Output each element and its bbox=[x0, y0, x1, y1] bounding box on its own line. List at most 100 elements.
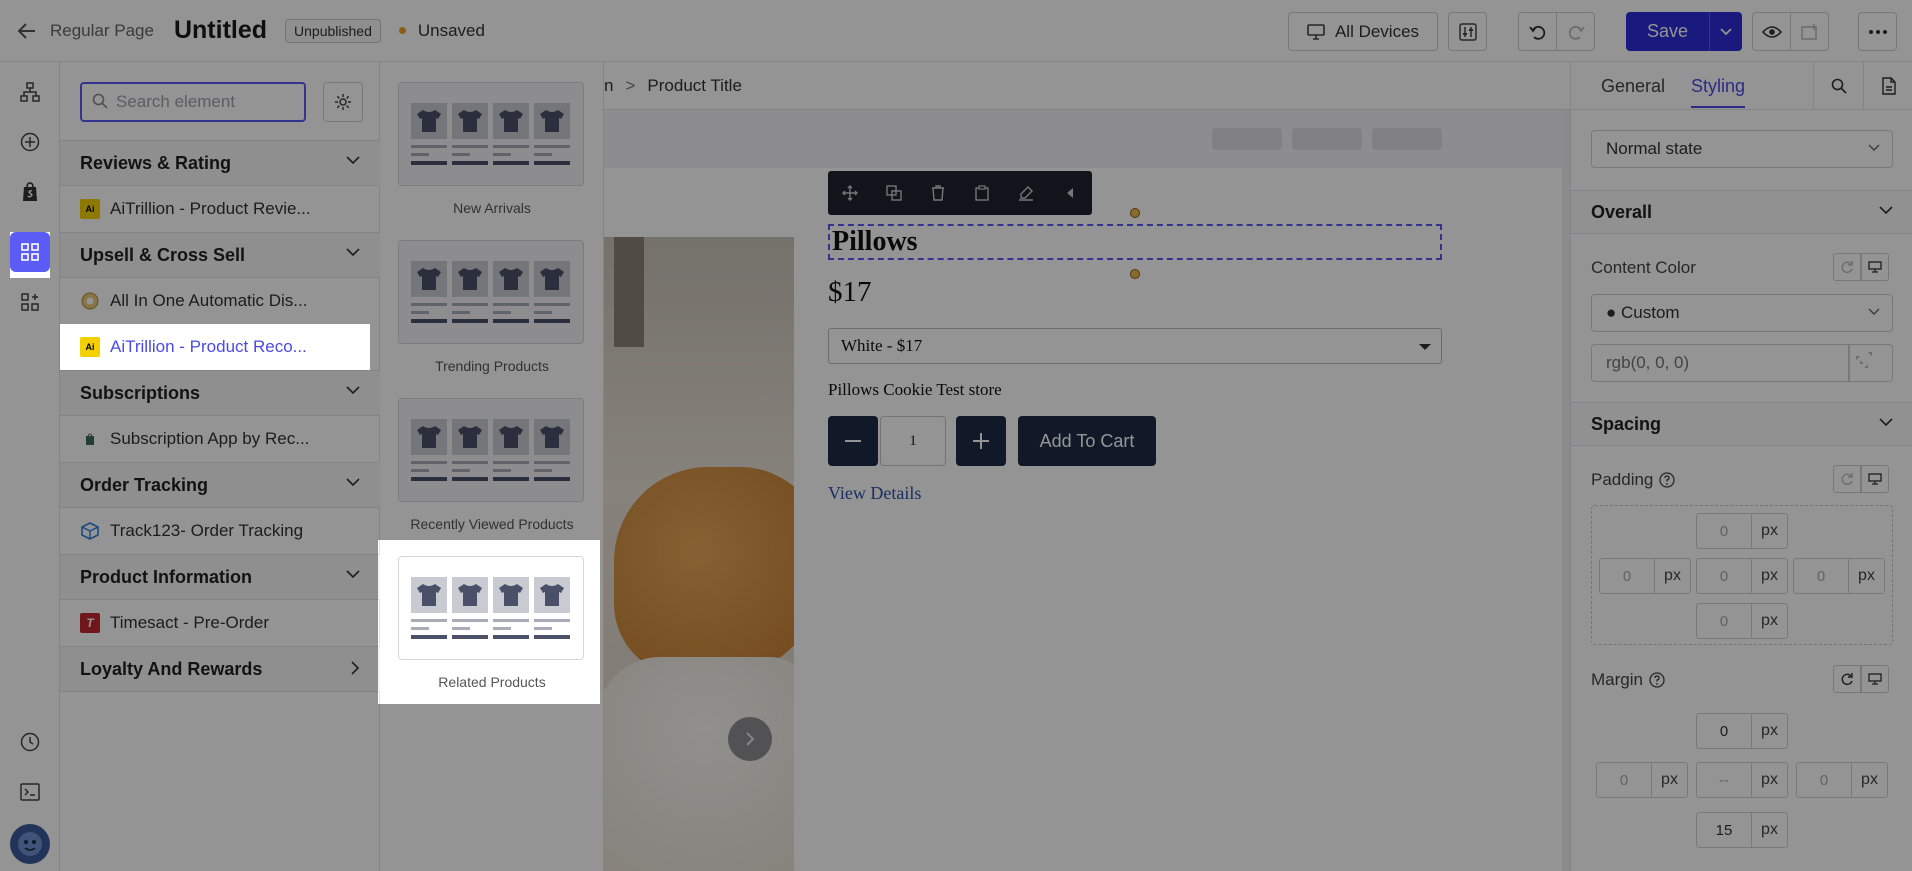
view-details-link[interactable]: View Details bbox=[828, 483, 921, 504]
list-item[interactable]: Subscription App by Rec... bbox=[60, 416, 380, 462]
tab-general[interactable]: General bbox=[1601, 76, 1665, 97]
template-thumb-related-products[interactable] bbox=[398, 556, 584, 660]
search-input[interactable] bbox=[80, 82, 306, 122]
breadcrumb-current[interactable]: Product Title bbox=[647, 76, 742, 96]
back-link[interactable]: Regular Page bbox=[18, 21, 154, 41]
category-order-tracking[interactable]: Order Tracking bbox=[60, 462, 380, 508]
list-item[interactable]: T Timesact - Pre-Order bbox=[60, 600, 380, 646]
save-options-button[interactable] bbox=[1709, 12, 1742, 51]
padding-top-value[interactable]: 0 bbox=[1696, 513, 1752, 549]
padding-center-value[interactable]: 0 bbox=[1696, 558, 1752, 594]
move-button[interactable] bbox=[828, 171, 872, 215]
color-value-input[interactable] bbox=[1591, 344, 1849, 382]
margin-left-value[interactable]: 0 bbox=[1596, 762, 1652, 798]
copy-button[interactable] bbox=[960, 171, 1004, 215]
category-upsell-cross-sell[interactable]: Upsell & Cross Sell bbox=[60, 232, 380, 278]
rail-apps-button[interactable] bbox=[10, 232, 50, 272]
margin-center-unit[interactable]: px bbox=[1752, 762, 1788, 798]
section-overall[interactable]: Overall bbox=[1571, 190, 1912, 234]
next-slide-button[interactable] bbox=[728, 717, 772, 761]
search-style-button[interactable] bbox=[1813, 62, 1863, 110]
redo-button[interactable] bbox=[1556, 12, 1595, 51]
tab-styling[interactable]: Styling bbox=[1691, 76, 1746, 108]
rail-code-button[interactable] bbox=[10, 772, 50, 812]
publish-button[interactable] bbox=[1790, 12, 1829, 51]
color-swatch-picker[interactable] bbox=[1849, 344, 1893, 382]
padding-left-input[interactable]: 0 px bbox=[1599, 558, 1691, 594]
settings-sliders-button[interactable] bbox=[1448, 12, 1487, 51]
device-padding-button[interactable] bbox=[1861, 465, 1889, 493]
margin-right-value[interactable]: 0 bbox=[1796, 762, 1852, 798]
list-item-selected[interactable]: Ai AiTrillion - Product Reco... bbox=[60, 324, 380, 370]
color-mode-select[interactable]: ● Custom bbox=[1591, 294, 1893, 332]
margin-bottom-value[interactable]: 15 bbox=[1696, 812, 1752, 848]
add-to-cart-button[interactable]: Add To Cart bbox=[1018, 416, 1156, 466]
preview-button[interactable] bbox=[1752, 12, 1791, 51]
state-select[interactable]: Normal state bbox=[1591, 130, 1893, 168]
list-item[interactable]: Ai AiTrillion - Product Revie... bbox=[60, 186, 380, 232]
padding-bottom-value[interactable]: 0 bbox=[1696, 603, 1752, 639]
duplicate-button[interactable] bbox=[872, 171, 916, 215]
help-circle-icon[interactable] bbox=[1649, 672, 1665, 688]
resize-handle-bottom[interactable] bbox=[1130, 269, 1140, 279]
device-color-button[interactable] bbox=[1861, 253, 1889, 281]
category-product-information[interactable]: Product Information bbox=[60, 554, 380, 600]
margin-bottom-unit[interactable]: px bbox=[1752, 812, 1788, 848]
margin-center-value[interactable]: -- bbox=[1696, 762, 1752, 798]
margin-left-unit[interactable]: px bbox=[1652, 762, 1688, 798]
help-circle-icon[interactable] bbox=[1659, 472, 1676, 488]
product-image[interactable] bbox=[604, 237, 794, 871]
padding-right-unit[interactable]: px bbox=[1849, 558, 1885, 594]
padding-bottom-input[interactable]: 0 px bbox=[1696, 603, 1788, 639]
padding-top-unit[interactable]: px bbox=[1752, 513, 1788, 549]
quantity-input[interactable]: 1 bbox=[880, 416, 946, 466]
undo-button[interactable] bbox=[1518, 12, 1557, 51]
quantity-increase-button[interactable] bbox=[956, 416, 1006, 466]
rail-add-button[interactable] bbox=[10, 122, 50, 162]
section-spacing[interactable]: Spacing bbox=[1571, 402, 1912, 446]
padding-right-value[interactable]: 0 bbox=[1793, 558, 1849, 594]
template-thumb-recently-viewed[interactable] bbox=[398, 398, 584, 502]
quantity-decrease-button[interactable] bbox=[828, 416, 878, 466]
margin-top-unit[interactable]: px bbox=[1752, 713, 1788, 749]
breadcrumb-partial[interactable]: n bbox=[604, 76, 613, 96]
resize-handle-top[interactable] bbox=[1130, 208, 1140, 218]
avatar[interactable] bbox=[10, 824, 50, 864]
padding-center-unit[interactable]: px bbox=[1752, 558, 1788, 594]
rail-history-button[interactable] bbox=[10, 722, 50, 762]
save-button[interactable]: Save bbox=[1626, 12, 1709, 51]
device-margin-button[interactable] bbox=[1861, 665, 1889, 693]
list-item[interactable]: Track123- Order Tracking bbox=[60, 508, 380, 554]
delete-button[interactable] bbox=[916, 171, 960, 215]
page-title[interactable]: Untitled bbox=[174, 16, 267, 45]
margin-top-input[interactable]: 0 px bbox=[1696, 713, 1788, 749]
reset-color-button[interactable] bbox=[1833, 253, 1861, 281]
category-loyalty-rewards[interactable]: Loyalty And Rewards bbox=[60, 646, 380, 692]
template-thumb-new-arrivals[interactable] bbox=[398, 82, 584, 186]
padding-center-input[interactable]: 0 px bbox=[1696, 558, 1788, 594]
format-painter-button[interactable] bbox=[1004, 171, 1048, 215]
device-selector-button[interactable]: All Devices bbox=[1288, 12, 1438, 51]
list-item[interactable]: All In One Automatic Dis... bbox=[60, 278, 380, 324]
rail-widgets-button[interactable] bbox=[10, 282, 50, 322]
margin-left-input[interactable]: 0 px bbox=[1596, 762, 1688, 798]
padding-top-input[interactable]: 0 px bbox=[1696, 513, 1788, 549]
reset-padding-button[interactable] bbox=[1833, 465, 1861, 493]
margin-top-value[interactable]: 0 bbox=[1696, 713, 1752, 749]
padding-bottom-unit[interactable]: px bbox=[1752, 603, 1788, 639]
padding-left-unit[interactable]: px bbox=[1655, 558, 1691, 594]
template-thumb-trending-products[interactable] bbox=[398, 240, 584, 344]
category-reviews-rating[interactable]: Reviews & Rating bbox=[60, 140, 380, 186]
category-subscriptions[interactable]: Subscriptions bbox=[60, 370, 380, 416]
product-title[interactable]: Pillows bbox=[828, 224, 1442, 260]
rail-layers-button[interactable] bbox=[10, 72, 50, 112]
variant-select[interactable]: White - $17 bbox=[828, 328, 1442, 364]
reset-margin-button[interactable] bbox=[1833, 665, 1861, 693]
collapse-toolbar-button[interactable] bbox=[1048, 171, 1092, 215]
element-settings-button[interactable] bbox=[323, 82, 363, 122]
margin-right-input[interactable]: 0 px bbox=[1796, 762, 1888, 798]
margin-center-input[interactable]: -- px bbox=[1696, 762, 1788, 798]
padding-right-input[interactable]: 0 px bbox=[1793, 558, 1885, 594]
margin-bottom-input[interactable]: 15 px bbox=[1696, 812, 1788, 848]
rail-shopify-button[interactable] bbox=[10, 172, 50, 212]
